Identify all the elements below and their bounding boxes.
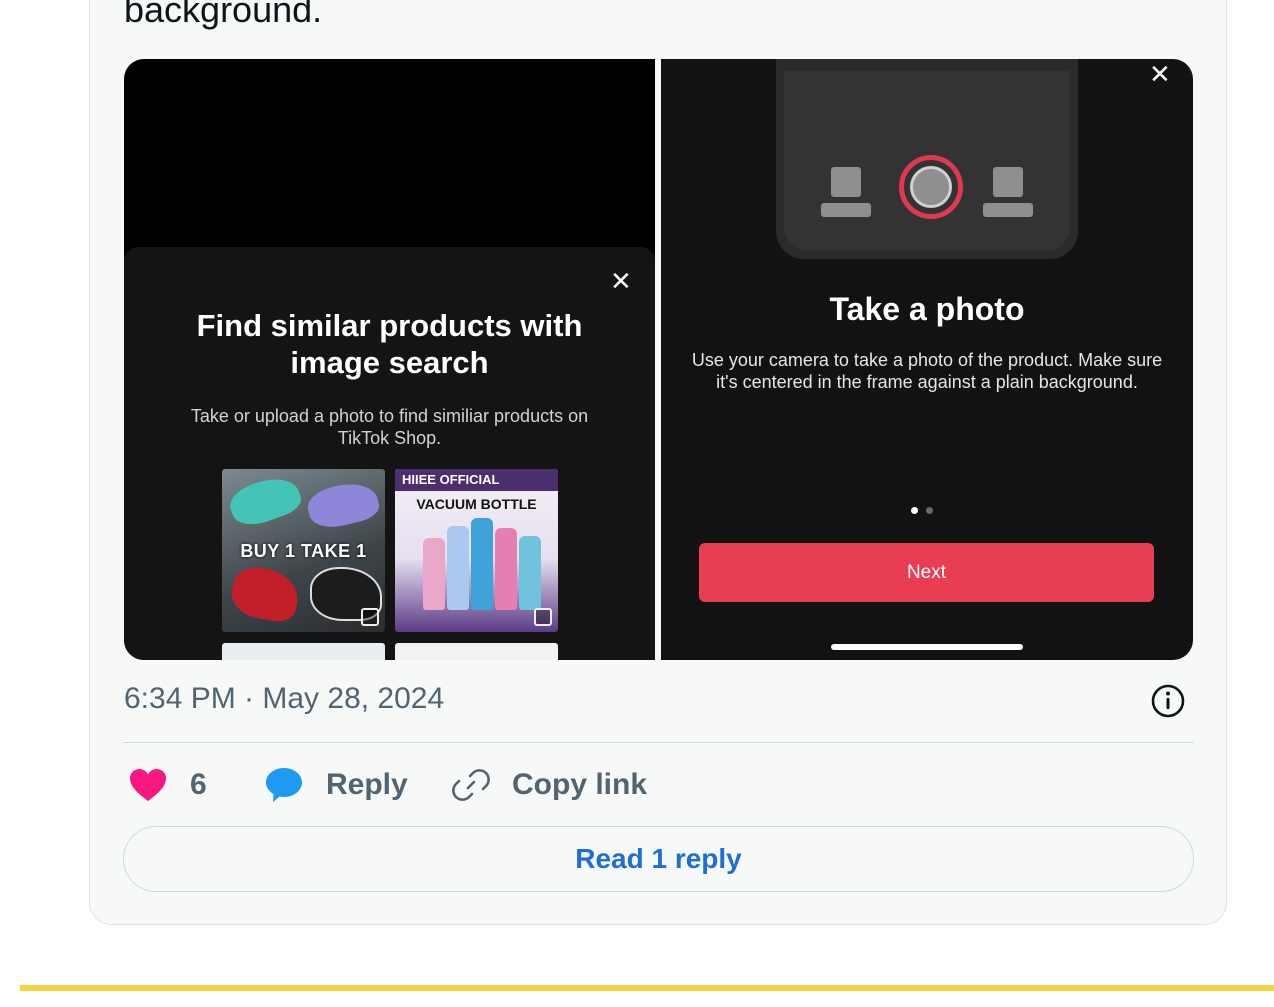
image-search-icon	[361, 608, 379, 626]
product-thumbnail	[222, 643, 385, 660]
camera-illustration	[776, 59, 1078, 259]
shoe-image	[304, 477, 382, 533]
close-icon: ✕	[1149, 60, 1171, 90]
image-search-title: Find similar products with image search	[196, 308, 583, 380]
thumbnail-label: VACUUM BOTTLE	[416, 496, 537, 512]
info-icon[interactable]	[1150, 683, 1186, 719]
shoe-image	[225, 470, 305, 532]
tweet-text: background.	[124, 0, 323, 30]
link-icon	[452, 769, 490, 801]
tweet-media[interactable]: ✕ Find similar products with image searc…	[124, 59, 1193, 660]
product-thumbnail	[395, 643, 558, 660]
thumbnail-label: BUY 1 TAKE 1	[240, 541, 367, 561]
next-button: Next	[699, 543, 1154, 602]
accent-stripe	[20, 985, 1274, 991]
read-replies-button[interactable]: Read 1 reply	[123, 826, 1194, 892]
image-search-subtitle: Take or upload a photo to find similiar …	[190, 406, 589, 448]
image-search-sheet: ✕ Find similar products with image searc…	[124, 247, 655, 660]
divider	[123, 742, 1194, 743]
bottle-image	[519, 536, 541, 610]
media-image-image-search[interactable]: ✕ Find similar products with image searc…	[124, 59, 655, 660]
copy-link-button[interactable]: Copy link	[452, 763, 647, 807]
take-photo-body: Use your camera to take a photo of the p…	[691, 350, 1163, 392]
like-count: 6	[190, 768, 207, 801]
bottle-image	[447, 526, 469, 610]
speech-bubble-icon	[266, 768, 302, 802]
bottle-image	[423, 538, 445, 610]
close-icon: ✕	[610, 267, 632, 297]
copy-link-label: Copy link	[512, 768, 648, 801]
home-indicator	[831, 644, 1023, 650]
tweet-timestamp[interactable]: 6:34 PM · May 28, 2024	[124, 681, 444, 717]
media-image-take-photo[interactable]: ✕ Take a photo Use your camera to take a…	[661, 59, 1193, 660]
product-thumbnail-bottles: HIIEE OFFICIAL VACUUM BOTTLE	[395, 469, 558, 632]
bottle-image	[495, 528, 517, 610]
like-button[interactable]: 6	[128, 763, 207, 807]
heart-icon	[130, 769, 166, 801]
thumbnail-brand: HIIEE OFFICIAL	[395, 469, 558, 491]
reply-label: Reply	[326, 768, 408, 801]
shutter-icon	[899, 155, 963, 219]
page-dot-active	[911, 507, 918, 514]
shoe-image	[228, 563, 302, 625]
product-thumbnail-shoes: BUY 1 TAKE 1	[222, 469, 385, 632]
bottle-image	[471, 518, 493, 610]
take-photo-title: Take a photo	[829, 291, 1025, 327]
reply-button[interactable]: Reply	[264, 763, 408, 807]
page-dot	[926, 507, 933, 514]
image-search-icon	[534, 608, 552, 626]
